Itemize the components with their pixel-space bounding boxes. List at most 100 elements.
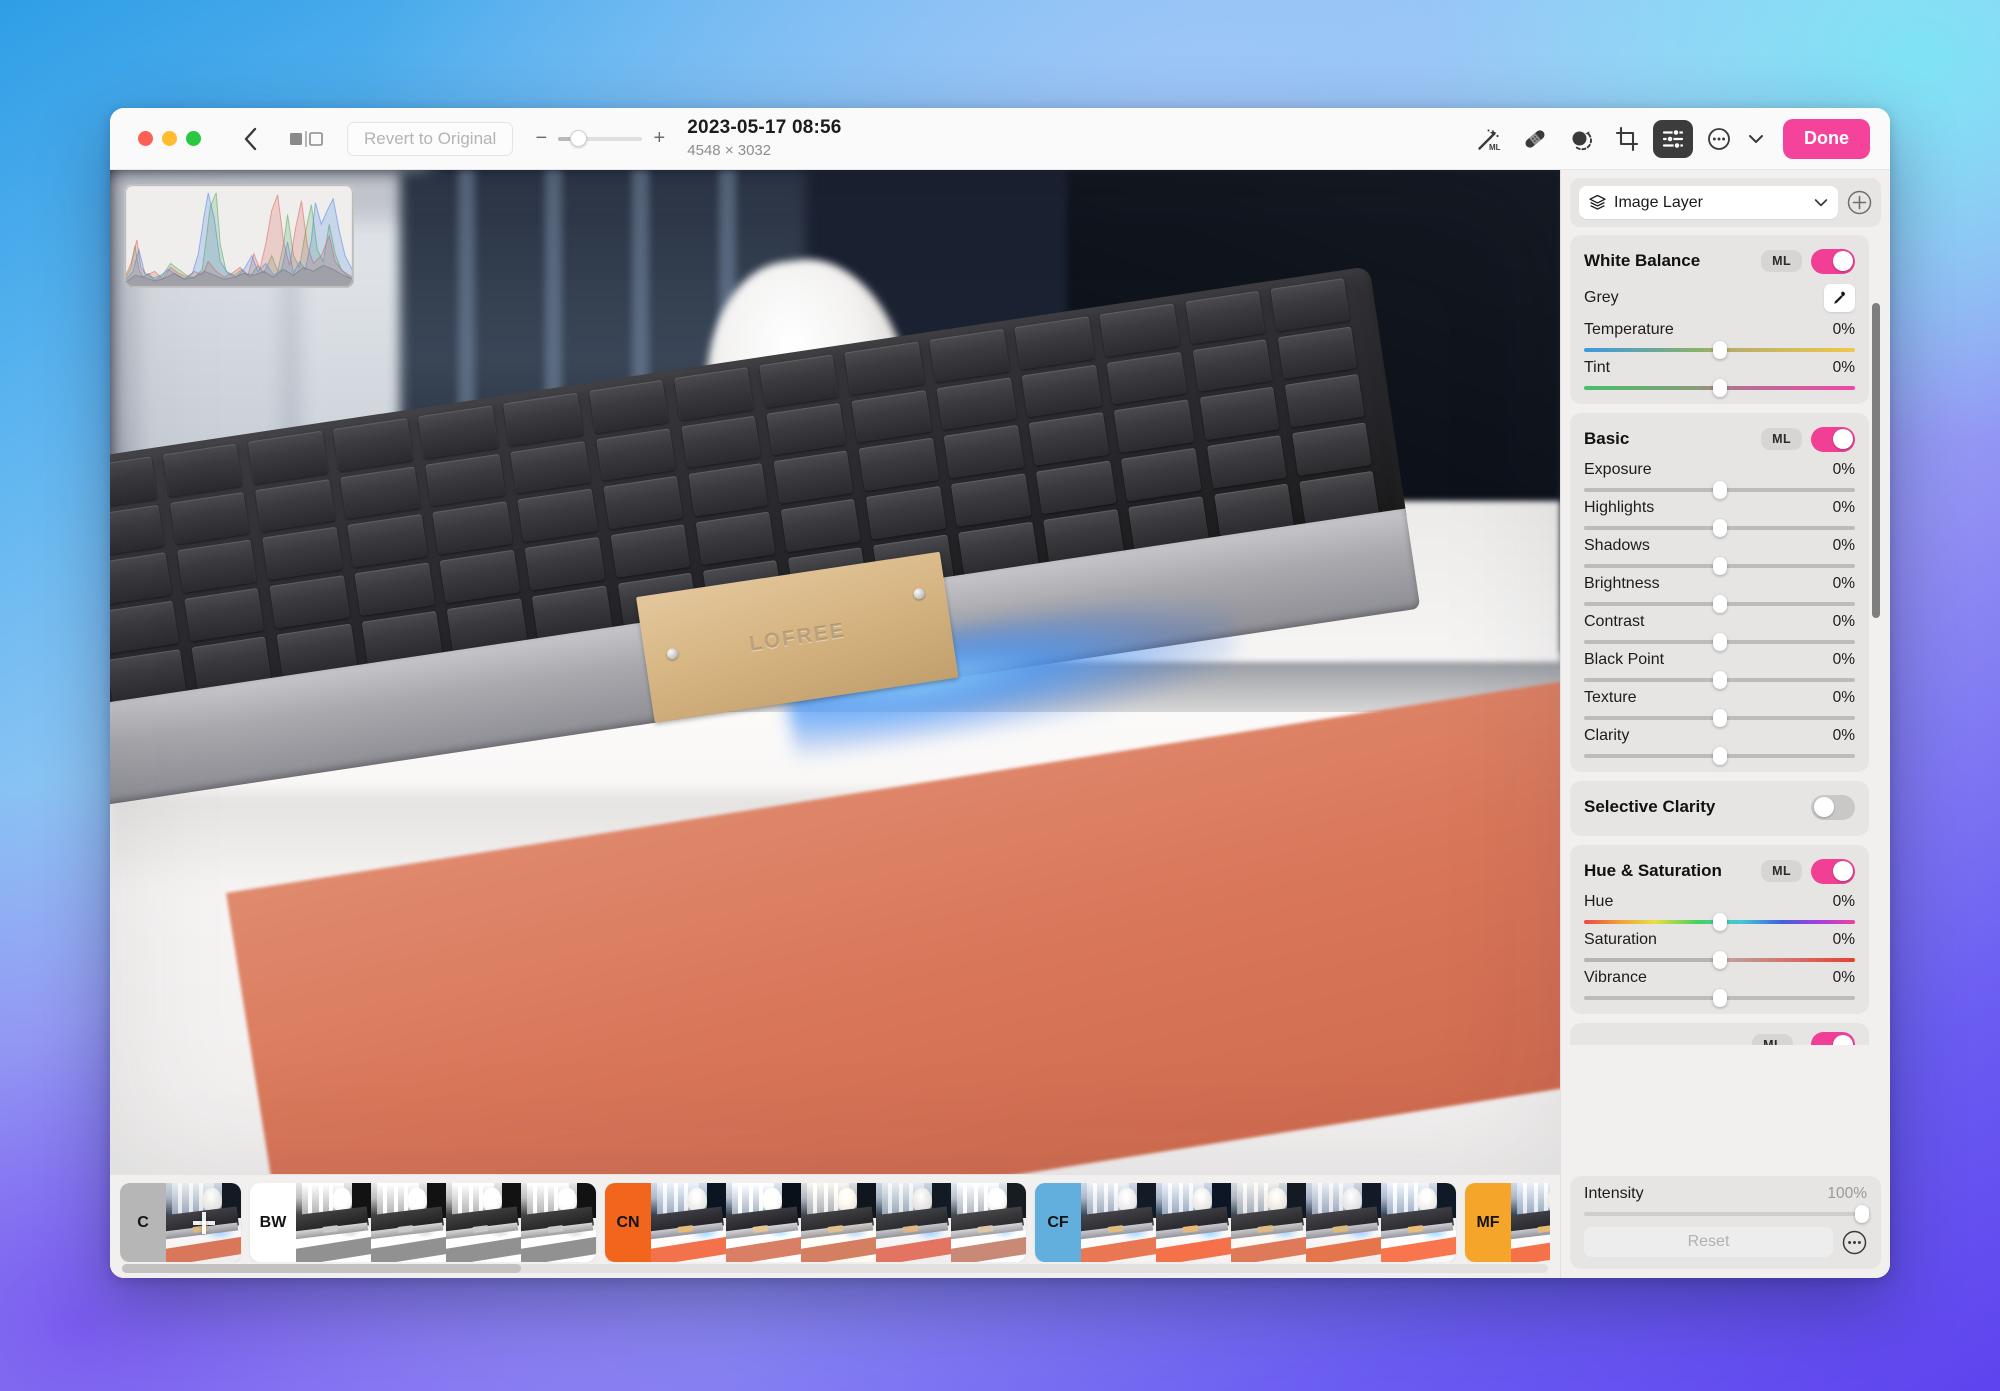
section-toggle[interactable] [1811, 249, 1855, 274]
slider-black-point[interactable]: Black Point0% [1584, 651, 1855, 682]
crop-icon[interactable] [1607, 120, 1647, 158]
preset-thumbnail[interactable] [371, 1183, 446, 1262]
slider-track[interactable] [1584, 526, 1855, 530]
reset-button[interactable]: Reset [1584, 1227, 1833, 1257]
slider-hue[interactable]: Hue0% [1584, 893, 1855, 924]
slider-knob[interactable] [1713, 633, 1727, 651]
section-toggle[interactable] [1811, 795, 1855, 820]
slider-track[interactable] [1584, 386, 1855, 390]
section-toggle[interactable] [1811, 1032, 1855, 1045]
slider-saturation[interactable]: Saturation0% [1584, 931, 1855, 962]
zoom-in-label[interactable]: + [653, 127, 665, 150]
slider-knob[interactable] [1713, 951, 1727, 969]
preset-group-label[interactable]: CN [605, 1183, 651, 1262]
slider-track[interactable] [1584, 920, 1855, 924]
intensity-track[interactable] [1584, 1212, 1867, 1216]
done-button[interactable]: Done [1783, 119, 1870, 159]
slider-track[interactable] [1584, 348, 1855, 352]
chevron-down-icon[interactable] [1745, 120, 1767, 158]
slider-knob[interactable] [1713, 913, 1727, 931]
slider-knob[interactable] [1713, 709, 1727, 727]
slider-knob[interactable] [1713, 989, 1727, 1007]
slider-knob[interactable] [1713, 557, 1727, 575]
preset-thumbnail[interactable] [876, 1183, 951, 1262]
revert-to-original-button[interactable]: Revert to Original [347, 122, 513, 156]
slider-knob[interactable] [1713, 341, 1727, 359]
preset-group-label[interactable]: MF [1465, 1183, 1511, 1262]
preset-thumbnail[interactable] [1156, 1183, 1231, 1262]
slider-track[interactable] [1584, 488, 1855, 492]
preset-thumbnail[interactable] [166, 1183, 241, 1262]
zoom-slider-control[interactable]: − + [535, 127, 665, 150]
retouch-bandage-icon[interactable] [1515, 120, 1555, 158]
slider-track[interactable] [1584, 564, 1855, 568]
ml-badge[interactable]: ML [1761, 428, 1802, 450]
slider-vibrance[interactable]: Vibrance0% [1584, 969, 1855, 1000]
slider-knob[interactable] [1713, 379, 1727, 397]
slider-tint[interactable]: Tint0% [1584, 359, 1855, 390]
preset-filmstrip[interactable]: CBWCNCFMF [110, 1174, 1560, 1278]
slider-knob[interactable] [1713, 671, 1727, 689]
preset-thumbnail[interactable] [801, 1183, 876, 1262]
section-toggle[interactable] [1811, 859, 1855, 884]
slider-brightness[interactable]: Brightness0% [1584, 575, 1855, 606]
back-chevron-icon[interactable] [237, 126, 263, 152]
preset-thumbnail[interactable] [1511, 1183, 1550, 1262]
panel-scrollbar-thumb[interactable] [1872, 303, 1880, 618]
ml-badge[interactable]: ML [1761, 250, 1802, 272]
slider-highlights[interactable]: Highlights0% [1584, 499, 1855, 530]
slider-track[interactable] [1584, 958, 1855, 962]
more-options-icon[interactable] [1699, 120, 1739, 158]
split-view-icon[interactable] [289, 129, 325, 149]
slider-contrast[interactable]: Contrast0% [1584, 613, 1855, 644]
zoom-slider-track[interactable] [558, 137, 642, 141]
intensity-knob[interactable] [1855, 1205, 1869, 1223]
preset-thumbnail[interactable] [951, 1183, 1026, 1262]
preset-thumbnail[interactable] [726, 1183, 801, 1262]
eyedropper-button[interactable] [1824, 284, 1855, 312]
preset-group-label[interactable]: C [120, 1183, 166, 1262]
add-layer-icon[interactable] [1847, 190, 1872, 215]
intensity-slider[interactable]: Intensity 100% [1584, 1185, 1867, 1216]
slider-texture[interactable]: Texture0% [1584, 689, 1855, 720]
section-toggle[interactable] [1811, 427, 1855, 452]
slider-temperature[interactable]: Temperature0% [1584, 321, 1855, 352]
zoom-button[interactable] [186, 131, 201, 146]
minimize-button[interactable] [162, 131, 177, 146]
image-canvas[interactable]: LOFREE [110, 170, 1560, 1174]
close-button[interactable] [138, 131, 153, 146]
preset-thumbnail[interactable] [296, 1183, 371, 1262]
slider-knob[interactable] [1713, 747, 1727, 765]
preset-thumbnail[interactable] [651, 1183, 726, 1262]
preset-thumbnail[interactable] [1306, 1183, 1381, 1262]
slider-exposure[interactable]: Exposure0% [1584, 461, 1855, 492]
zoom-slider-knob[interactable] [570, 130, 587, 147]
panel-scroll-area[interactable]: White BalanceMLGreyTemperature0%Tint0%Ba… [1570, 235, 1881, 1169]
ml-badge[interactable]: ML [1761, 860, 1802, 882]
slider-shadows[interactable]: Shadows0% [1584, 537, 1855, 568]
layer-select[interactable]: Image Layer [1579, 186, 1838, 219]
clone-stamp-icon[interactable] [1561, 120, 1601, 158]
filmstrip-scrollbar[interactable] [120, 1262, 1550, 1278]
slider-track[interactable] [1584, 996, 1855, 1000]
slider-track[interactable] [1584, 716, 1855, 720]
preset-thumbnail[interactable] [1081, 1183, 1156, 1262]
slider-track[interactable] [1584, 602, 1855, 606]
preset-thumbnail[interactable] [521, 1183, 596, 1262]
filmstrip-scroll-thumb[interactable] [122, 1264, 521, 1273]
slider-knob[interactable] [1713, 595, 1727, 613]
preset-group-label[interactable]: CF [1035, 1183, 1081, 1262]
ml-enhance-icon[interactable]: ML [1469, 120, 1509, 158]
adjust-sliders-icon[interactable] [1653, 120, 1693, 158]
slider-clarity[interactable]: Clarity0% [1584, 727, 1855, 758]
slider-track[interactable] [1584, 678, 1855, 682]
slider-track[interactable] [1584, 640, 1855, 644]
more-dots-icon[interactable] [1842, 1230, 1867, 1255]
preset-thumbnail[interactable] [446, 1183, 521, 1262]
slider-knob[interactable] [1713, 481, 1727, 499]
slider-track[interactable] [1584, 754, 1855, 758]
slider-knob[interactable] [1713, 519, 1727, 537]
filmstrip-scroll-track[interactable] [122, 1264, 1548, 1273]
preset-thumbnail[interactable] [1231, 1183, 1306, 1262]
preset-groups[interactable]: CBWCNCFMF [120, 1183, 1550, 1262]
